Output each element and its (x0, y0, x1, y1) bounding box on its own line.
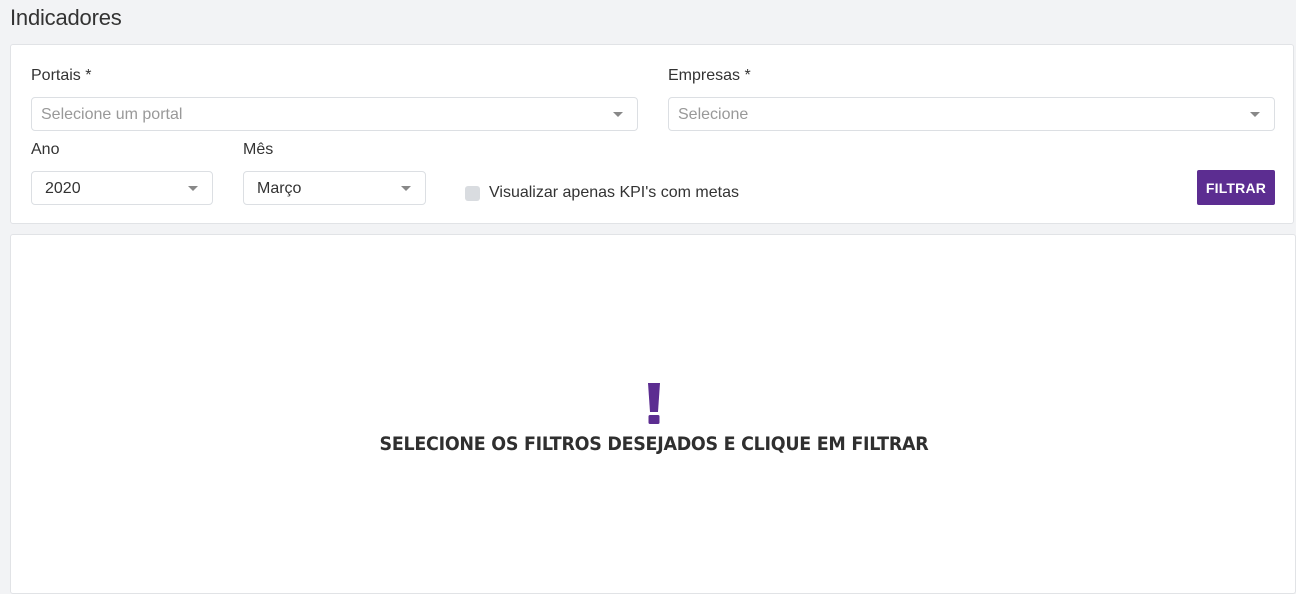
year-label: Ano (31, 141, 60, 158)
filter-panel: Portais * Selecione um portal Empresas *… (10, 44, 1294, 224)
portals-label: Portais * (31, 67, 92, 84)
chevron-down-icon (613, 112, 623, 117)
portals-select[interactable]: Selecione um portal (31, 97, 638, 131)
month-label: Mês (243, 141, 274, 158)
kpi-with-goals-option[interactable]: Visualizar apenas KPI's com metas (465, 183, 739, 203)
empty-state-message: SELECIONE OS FILTROS DESEJADOS E CLIQUE … (379, 433, 929, 455)
kpi-with-goals-checkbox[interactable] (465, 185, 480, 201)
page-title: Indicadores (10, 5, 122, 30)
companies-select[interactable]: Selecione (668, 97, 1275, 131)
chevron-down-icon (188, 186, 198, 191)
year-select[interactable]: 2020 (31, 171, 213, 205)
filter-button[interactable]: FILTRAR (1197, 170, 1275, 205)
portals-select-placeholder: Selecione um portal (41, 106, 183, 123)
chevron-down-icon (401, 186, 411, 191)
month-select-value: Março (257, 180, 302, 197)
exclamation-icon (648, 383, 660, 424)
chevron-down-icon (1250, 112, 1260, 117)
year-select-value: 2020 (45, 180, 81, 197)
kpi-with-goals-label: Visualizar apenas KPI's com metas (489, 184, 739, 201)
companies-label: Empresas * (668, 67, 751, 84)
results-panel: SELECIONE OS FILTROS DESEJADOS E CLIQUE … (10, 234, 1296, 594)
month-select[interactable]: Março (243, 171, 426, 205)
companies-select-placeholder: Selecione (678, 106, 749, 123)
